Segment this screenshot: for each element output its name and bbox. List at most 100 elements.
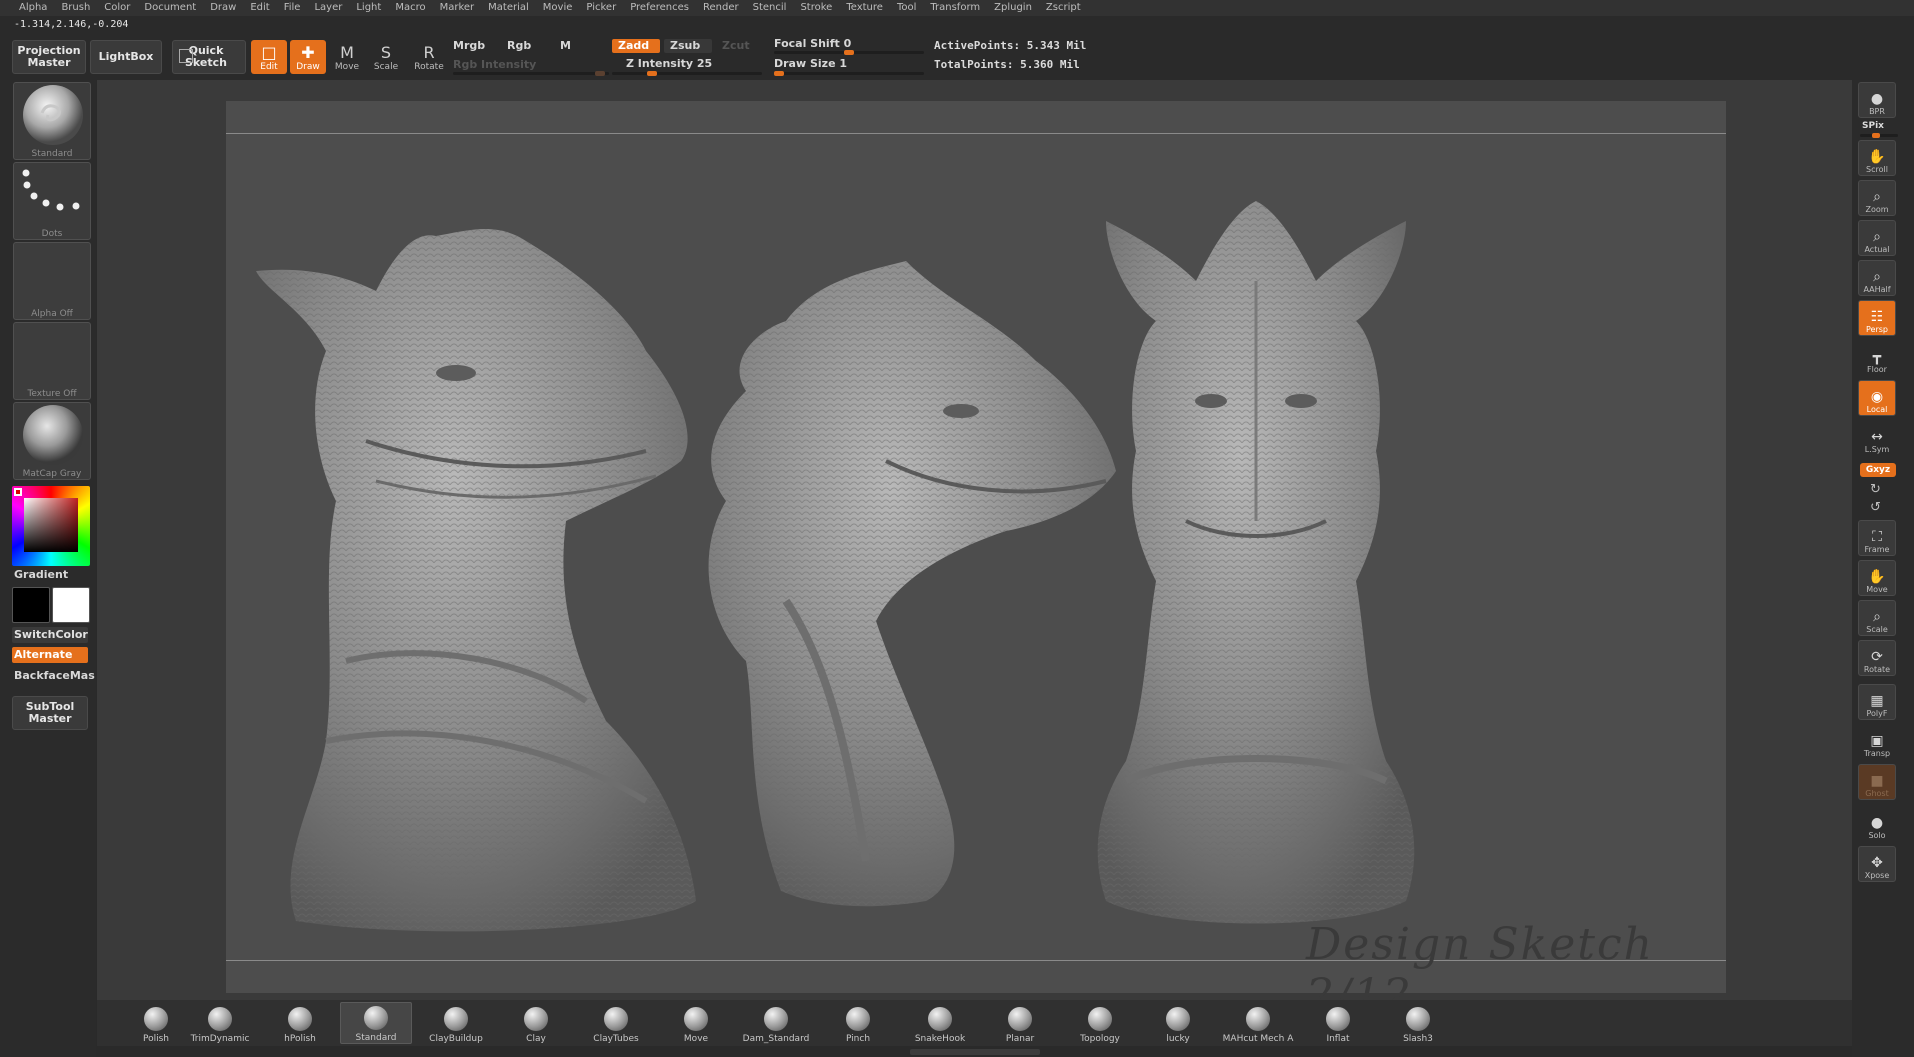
z-intensity-slider[interactable] [612,71,762,76]
lightbox-button[interactable]: LightBox [90,40,162,74]
menu-draw[interactable]: Draw [203,0,243,16]
menu-edit[interactable]: Edit [243,0,276,16]
xpose-button[interactable]: ✥ Xpose [1858,846,1896,882]
brush-planar[interactable]: Planar [984,1002,1056,1044]
spix-knob[interactable] [1872,133,1880,138]
menu-macro[interactable]: Macro [388,0,432,16]
stroke-thumbnail[interactable]: Dots [13,162,91,240]
menu-color[interactable]: Color [97,0,137,16]
menu-zplugin[interactable]: Zplugin [987,0,1039,16]
switch-color-button[interactable]: SwitchColor [12,627,88,643]
persp-button[interactable]: ☷ Persp [1858,300,1896,336]
brush-inflat[interactable]: Inflat [1302,1002,1374,1044]
move-view-button[interactable]: ✋ Move [1858,560,1896,596]
brush-polish[interactable]: Polish [120,1002,192,1044]
quick-sketch-button[interactable]: Quick Sketch [172,40,246,74]
menu-tool[interactable]: Tool [890,0,923,16]
brush-topology[interactable]: Topology [1064,1002,1136,1044]
main-color-swatch[interactable] [12,587,50,623]
focal-shift-knob[interactable] [844,50,854,55]
edit-button[interactable]: □ Edit [251,40,287,74]
brush-trimdynamic[interactable]: TrimDynamic [184,1002,256,1044]
brush-snakehook[interactable]: SnakeHook [904,1002,976,1044]
rotate-button[interactable]: R Rotate [411,40,447,74]
actual-button[interactable]: ⌕ Actual [1858,220,1896,256]
texture-thumbnail[interactable]: Texture Off [13,322,91,400]
brush-pinch[interactable]: Pinch [822,1002,894,1044]
zcut-button[interactable]: Zcut [722,39,750,52]
secondary-color-swatch[interactable] [52,587,90,623]
move-button[interactable]: M Move [329,40,365,74]
brush-lucky[interactable]: lucky [1142,1002,1214,1044]
menu-alpha[interactable]: Alpha [12,0,54,16]
alternate-button[interactable]: Alternate [12,647,88,663]
projection-master-button[interactable]: Projection Master [12,40,86,74]
shelf-scroll-grip[interactable] [910,1049,1040,1055]
zoom-button[interactable]: ⌕ Zoom [1858,180,1896,216]
floor-button[interactable]: ┳ Floor [1858,340,1896,376]
rotate-y-icon[interactable]: ↻ [1870,482,1881,497]
menu-document[interactable]: Document [137,0,203,16]
menu-picker[interactable]: Picker [579,0,623,16]
aahalf-button[interactable]: ⌕ AAHalf [1858,260,1896,296]
focal-shift-slider[interactable] [774,50,924,55]
zsub-button[interactable]: Zsub [664,39,712,53]
brush-slash3[interactable]: Slash3 [1382,1002,1454,1044]
spix-label[interactable]: SPix [1862,121,1884,131]
menu-layer[interactable]: Layer [307,0,349,16]
zadd-button[interactable]: Zadd [612,39,660,53]
menu-texture[interactable]: Texture [839,0,890,16]
rgb-button[interactable]: Rgb [507,39,531,52]
menu-preferences[interactable]: Preferences [623,0,696,16]
transp-button[interactable]: ▣ Transp [1858,724,1896,760]
menu-movie[interactable]: Movie [536,0,580,16]
menu-material[interactable]: Material [481,0,536,16]
menu-render[interactable]: Render [696,0,746,16]
document-canvas[interactable]: Design Sketch 2/12 [226,101,1726,1021]
brush-move[interactable]: Move [660,1002,732,1044]
draw-size-knob[interactable] [774,71,784,76]
draw-size-slider[interactable] [774,71,924,76]
scroll-button[interactable]: ✋ Scroll [1858,140,1896,176]
draw-button[interactable]: ✚ Draw [290,40,326,74]
ghost-button[interactable]: ■ Ghost [1858,764,1896,800]
polyf-button[interactable]: ▦ PolyF [1858,684,1896,720]
mrgb-button[interactable]: Mrgb [453,39,485,52]
brush-claybuildup[interactable]: ClayBuildup [420,1002,492,1044]
subtool-master-button[interactable]: SubTool Master [12,696,88,730]
menu-light[interactable]: Light [349,0,388,16]
menu-zscript[interactable]: Zscript [1039,0,1088,16]
menu-marker[interactable]: Marker [433,0,482,16]
brush-hpolish[interactable]: hPolish [264,1002,336,1044]
material-thumbnail[interactable]: MatCap Gray [13,402,91,480]
solo-button[interactable]: ● Solo [1858,806,1896,842]
brush-thumbnail[interactable]: Standard [13,82,91,160]
brush-dam-standard[interactable]: Dam_Standard [740,1002,812,1044]
color-picker[interactable] [12,486,90,566]
brush-standard[interactable]: Standard [340,1002,412,1044]
menu-transform[interactable]: Transform [923,0,987,16]
brush-claytubes[interactable]: ClayTubes [580,1002,652,1044]
bpr-button[interactable]: ● BPR [1858,82,1896,118]
local-button[interactable]: ◉ Local [1858,380,1896,416]
rotate-view-button[interactable]: ⟳ Rotate [1858,640,1896,676]
menu-stencil[interactable]: Stencil [746,0,794,16]
scale-button[interactable]: S Scale [368,40,404,74]
rgb-intensity-knob[interactable] [595,71,605,76]
rgb-intensity-slider[interactable] [453,71,609,76]
z-intensity-knob[interactable] [647,71,657,76]
menu-brush[interactable]: Brush [54,0,97,16]
lsym-button[interactable]: ↔ L.Sym [1858,420,1896,456]
m-button[interactable]: M [560,39,571,52]
gradient-label[interactable]: Gradient [14,568,68,581]
alpha-thumbnail[interactable]: Alpha Off [13,242,91,320]
xyz-button[interactable]: Gxyz [1860,463,1896,477]
brush-mahcut-mech-a[interactable]: MAHcut Mech A [1222,1002,1294,1044]
brush-clay[interactable]: Clay [500,1002,572,1044]
frame-button[interactable]: ⛶ Frame [1858,520,1896,556]
spix-slider[interactable] [1860,133,1898,138]
backface-mask-label[interactable]: BackfaceMas [14,669,95,682]
color-picker-square[interactable] [24,498,78,552]
scale-view-button[interactable]: ⌕ Scale [1858,600,1896,636]
menu-stroke[interactable]: Stroke [793,0,839,16]
